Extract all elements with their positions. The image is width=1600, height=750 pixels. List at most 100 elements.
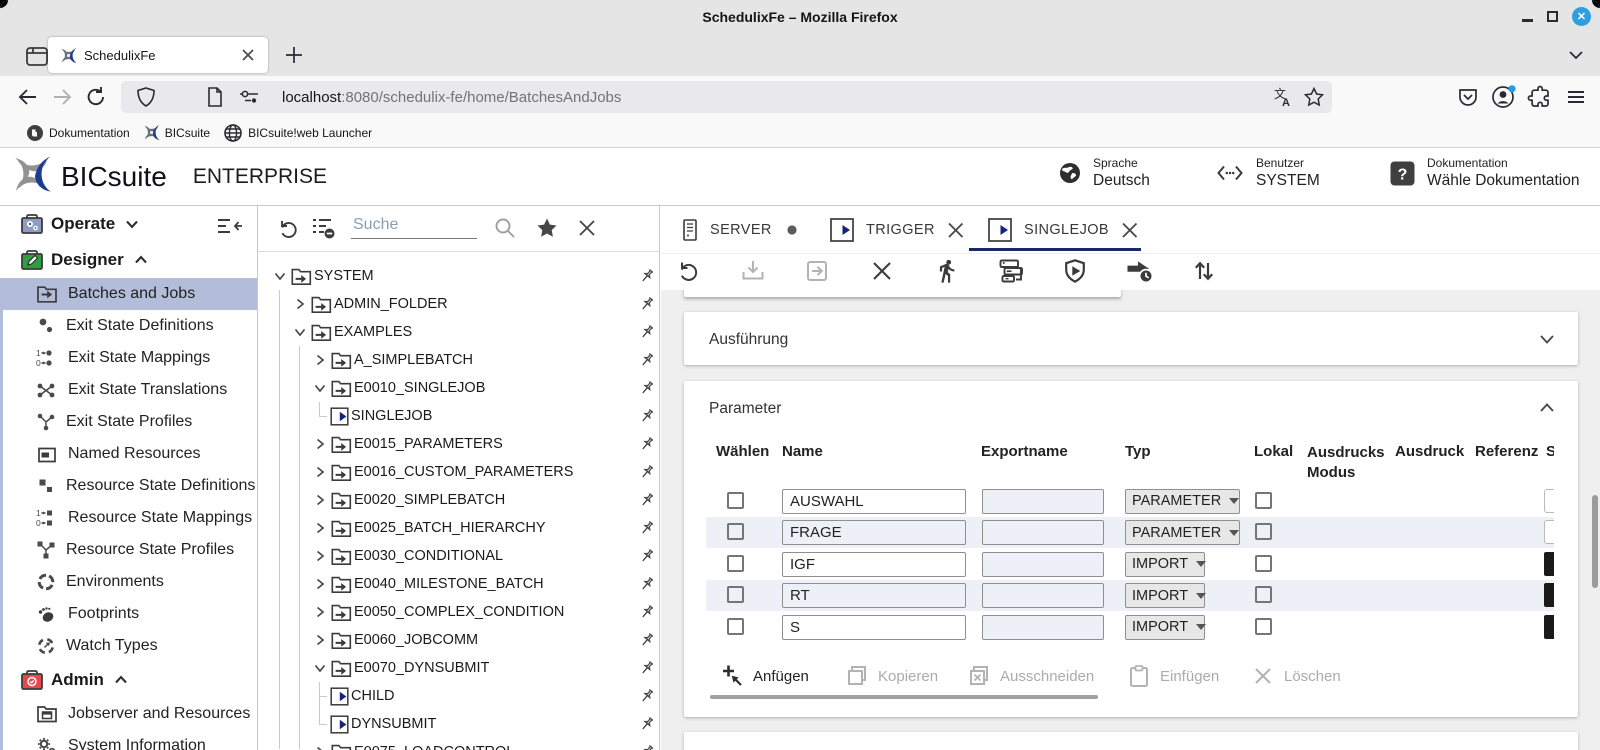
minimize-button[interactable] — [1522, 19, 1533, 22]
tree-refresh-icon[interactable] — [276, 216, 300, 240]
caret-down-icon[interactable] — [292, 324, 308, 340]
tree-collapse-all-icon[interactable] — [311, 216, 337, 240]
param-name-input[interactable] — [782, 551, 966, 577]
caret-right-icon[interactable] — [312, 576, 328, 592]
shield-icon[interactable] — [135, 86, 157, 108]
tree-node[interactable]: E0070_DYNSUBMIT — [258, 654, 659, 682]
url-text[interactable]: localhost:8080/schedulix-fe/home/Batches… — [282, 89, 1270, 106]
caret-right-icon[interactable] — [312, 352, 328, 368]
param-typ-select[interactable]: PARAMETER — [1125, 520, 1240, 545]
sidebar-item-named-resources[interactable]: Named Resources — [0, 438, 257, 470]
sidebar-item-resource-state-profiles[interactable]: Resource State Profiles — [0, 534, 257, 566]
header-meta-benutzer[interactable]: Benutzer SYSTEM — [1216, 156, 1320, 190]
collapse-sidebar-icon[interactable] — [217, 216, 243, 238]
caret-right-icon[interactable] — [312, 492, 328, 508]
pin-icon[interactable] — [638, 379, 656, 397]
permissions-icon[interactable] — [237, 88, 261, 106]
page-info-icon[interactable] — [205, 86, 225, 108]
caret-right-icon[interactable] — [292, 296, 308, 312]
param-lokal-checkbox[interactable] — [1255, 617, 1272, 635]
search-input[interactable] — [351, 214, 477, 239]
tree-node[interactable]: CHILD — [258, 682, 659, 710]
pin-icon[interactable] — [638, 547, 656, 565]
tab-close-icon[interactable] — [236, 43, 260, 67]
param-exportname-input[interactable] — [982, 551, 1104, 577]
tree-clear-icon[interactable] — [575, 216, 599, 240]
param-lokal-checkbox[interactable] — [1255, 523, 1272, 540]
caret-right-icon[interactable] — [312, 604, 328, 620]
tree-node[interactable]: E0016_CUSTOM_PARAMETERS — [258, 458, 659, 486]
param-name-input[interactable] — [782, 520, 966, 545]
caret-right-icon[interactable] — [312, 520, 328, 536]
tree-bookmark-icon[interactable] — [535, 216, 559, 240]
pin-icon[interactable] — [638, 575, 656, 593]
pin-icon[interactable] — [638, 743, 656, 750]
tree-node[interactable]: E0025_BATCH_HIERARCHY — [258, 514, 659, 542]
löschen-button[interactable]: Löschen — [1251, 658, 1341, 694]
close-button[interactable]: ✕ — [1572, 6, 1591, 26]
param-typ-select[interactable]: IMPORT — [1125, 614, 1207, 640]
horizontal-scrollbar[interactable] — [710, 695, 1098, 699]
sidebar-item-exit-state-mappings[interactable]: 10 Exit State Mappings — [0, 342, 257, 374]
sidebar-group-designer[interactable]: Designer — [0, 242, 257, 278]
pocket-icon[interactable] — [1452, 81, 1484, 113]
chevron-up-icon[interactable] — [1536, 397, 1558, 419]
row-select-checkbox[interactable] — [727, 523, 744, 540]
undo-icon[interactable] — [673, 256, 703, 286]
header-meta-dokumentation[interactable]: ? Dokumentation Wähle Dokumentation — [1390, 156, 1580, 190]
sidebar-group-admin[interactable]: Admin — [0, 662, 257, 698]
caret-right-icon[interactable] — [312, 548, 328, 564]
caret-right-icon[interactable] — [312, 744, 328, 750]
reload-button[interactable] — [80, 81, 112, 113]
forward-button[interactable] — [46, 81, 78, 113]
document-tab-server[interactable]: SERVER — [681, 206, 800, 254]
row-select-checkbox[interactable] — [727, 491, 744, 509]
param-name-input[interactable] — [782, 583, 966, 608]
pin-icon[interactable] — [638, 715, 656, 733]
chevron-down-icon[interactable] — [1536, 328, 1558, 350]
caret-down-icon[interactable] — [312, 660, 328, 676]
translate-icon[interactable]: 文A — [1270, 85, 1294, 109]
param-typ-select[interactable]: PARAMETER — [1125, 488, 1240, 514]
tree-node[interactable]: ADMIN_FOLDER — [258, 290, 659, 318]
sidebar-item-footprints[interactable]: Footprints — [0, 598, 257, 630]
bookmark-item[interactable]: BICsuite — [141, 121, 212, 145]
param-lokal-checkbox[interactable] — [1255, 491, 1272, 509]
sidebar-item-watch-types[interactable]: Watch Types — [0, 630, 257, 662]
vertical-scrollbar[interactable] — [1592, 495, 1598, 588]
arrow-clock-icon[interactable] — [1125, 256, 1155, 286]
ausschneiden-button[interactable]: Ausschneiden — [967, 658, 1094, 694]
bookmark-star-icon[interactable] — [1302, 85, 1326, 109]
shield-play-icon[interactable] — [1060, 256, 1090, 286]
tree-node[interactable]: E0075_LOADCONTROL — [258, 738, 659, 750]
param-exportname-input[interactable] — [982, 488, 1104, 514]
param-exportname-input[interactable] — [982, 520, 1104, 545]
tree-node[interactable]: SYSTEM — [258, 262, 659, 290]
pin-icon[interactable] — [638, 295, 656, 313]
new-tab-button[interactable] — [282, 43, 306, 67]
firefox-view-icon[interactable] — [24, 43, 48, 67]
tree-node[interactable]: SINGLEJOB — [258, 402, 659, 430]
caret-down-icon[interactable] — [272, 268, 288, 284]
updown-icon[interactable] — [1189, 256, 1219, 286]
tree-node[interactable]: DYNSUBMIT — [258, 710, 659, 738]
sidebar-item-jobserver-and-resources[interactable]: Jobserver and Resources — [0, 698, 257, 730]
row-select-checkbox[interactable] — [727, 554, 744, 572]
param-name-input[interactable] — [782, 614, 966, 640]
tree-node[interactable]: E0010_SINGLEJOB — [258, 374, 659, 402]
caret-right-icon[interactable] — [312, 436, 328, 452]
param-exportname-input[interactable] — [982, 583, 1104, 608]
tab-close-icon[interactable] — [946, 220, 966, 240]
document-tab-trigger[interactable]: TRIGGER — [829, 206, 966, 254]
pin-icon[interactable] — [638, 491, 656, 509]
sidebar-item-batches-and-jobs[interactable]: Batches and Jobs — [0, 278, 257, 310]
tree-node[interactable]: E0030_CONDITIONAL — [258, 542, 659, 570]
server-stack-icon[interactable] — [996, 256, 1026, 286]
tree-node[interactable]: E0060_JOBCOMM — [258, 626, 659, 654]
caret-right-icon[interactable] — [312, 464, 328, 480]
pin-icon[interactable] — [638, 603, 656, 621]
account-icon[interactable] — [1488, 81, 1520, 113]
row-select-checkbox[interactable] — [727, 586, 744, 603]
sidebar-item-resource-state-mappings[interactable]: 10 Resource State Mappings — [0, 502, 257, 534]
extensions-icon[interactable] — [1524, 81, 1556, 113]
